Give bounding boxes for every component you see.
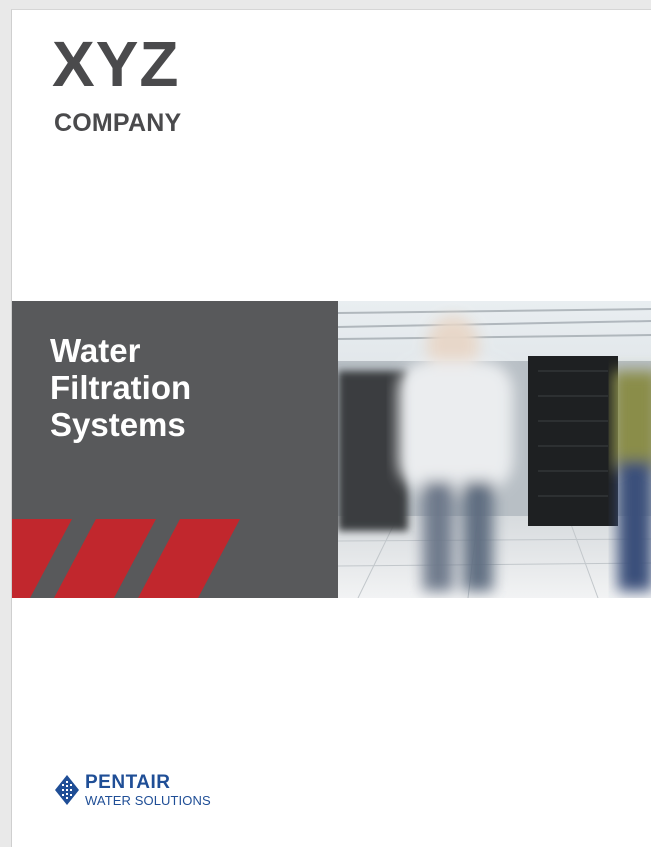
cover-band: Water Filtration Systems: [12, 301, 651, 598]
red-stripe: [54, 519, 156, 598]
logo-name: PENTAIR: [85, 772, 171, 793]
red-stripe: [138, 519, 240, 598]
cover-title-line: Water: [50, 332, 141, 369]
office-photo: [338, 301, 651, 598]
title-panel: Water Filtration Systems: [12, 301, 338, 598]
cover-title-line: Systems: [50, 406, 186, 443]
pentair-logo: PENTAIR WATER SOLUTIONS: [55, 773, 211, 807]
document-page: XYZ COMPANY Water Filtration Systems PEN…: [11, 9, 651, 847]
pentair-mark-icon: [55, 775, 79, 805]
cover-title-line: Filtration: [50, 369, 192, 406]
brand-subtitle: COMPANY: [54, 109, 182, 137]
red-stripes-decoration: [12, 519, 240, 598]
brand-name: XYZ: [52, 28, 180, 100]
cover-title: Water Filtration Systems: [50, 332, 191, 443]
logo-subtitle: WATER SOLUTIONS: [85, 793, 211, 808]
photo-illustration: [338, 301, 651, 598]
pentair-wordmark: PENTAIR WATER SOLUTIONS: [85, 773, 211, 807]
